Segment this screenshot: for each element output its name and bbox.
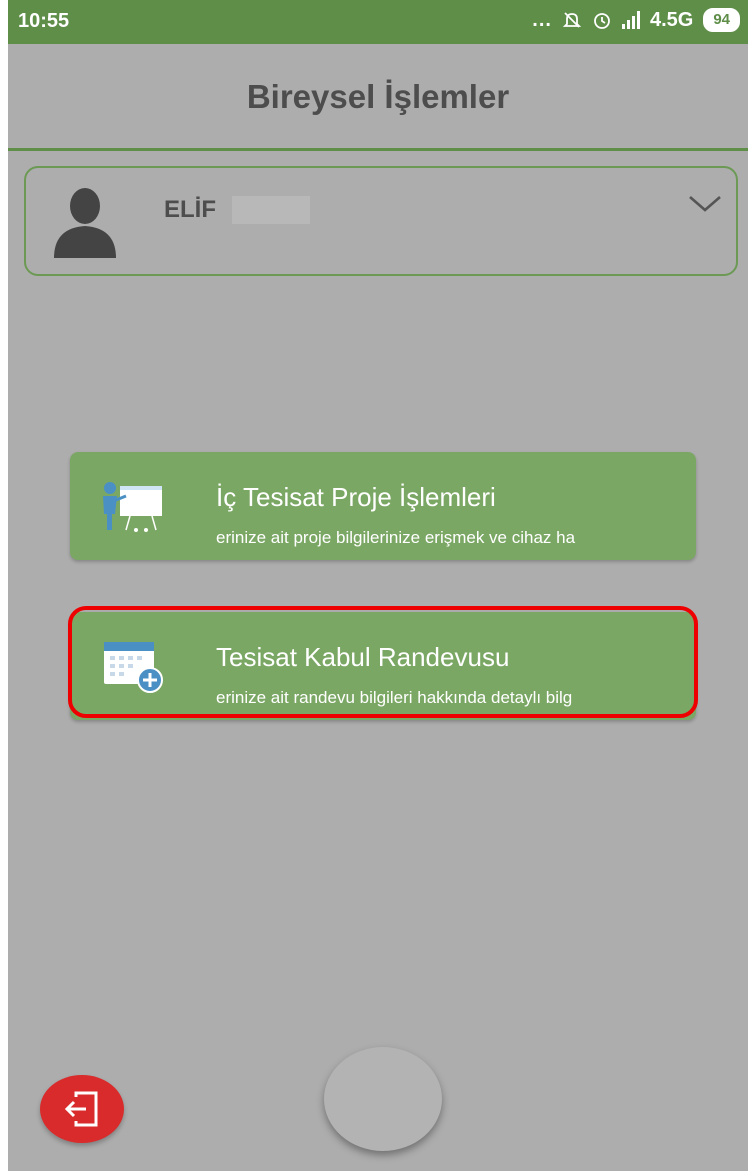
status-time: 10:55	[18, 10, 70, 32]
status-bar: 10:55 ... 4.5G 94	[8, 0, 748, 44]
more-notifications-icon: ...	[532, 8, 552, 31]
menu-item-title: Tesisat Kabul Randevusu	[216, 642, 510, 672]
calendar-add-icon	[100, 640, 166, 699]
menu-item-ic-tesisat-proje[interactable]: İç Tesisat Proje İşlemleri erinize ait p…	[70, 452, 696, 560]
signal-icon	[621, 11, 640, 29]
menu-item-description: erinize ait randevu bilgileri hakkında d…	[216, 688, 573, 707]
exit-icon	[64, 1091, 98, 1127]
menu-item-tesisat-kabul-randevusu[interactable]: Tesisat Kabul Randevusu erinize ait rand…	[70, 612, 696, 720]
app-screen: 10:55 ... 4.5G 94 Bireysel İşlemler ELİF…	[8, 0, 748, 1171]
redacted-surname	[232, 196, 310, 224]
page-title: Bireysel İşlemler	[246, 78, 510, 115]
alarm-icon	[592, 10, 612, 30]
page-header: Bireysel İşlemler	[8, 44, 748, 151]
menu-item-title: İç Tesisat Proje İşlemleri	[216, 482, 496, 512]
status-icons: ... 4.5G 94	[532, 8, 740, 32]
battery-icon: 94	[703, 8, 740, 32]
presentation-icon	[100, 480, 166, 539]
chevron-down-icon[interactable]	[688, 194, 722, 219]
user-name: ELİF	[164, 196, 216, 223]
mute-icon	[562, 10, 582, 30]
network-type: 4.5G	[649, 8, 694, 31]
user-avatar-icon	[52, 186, 118, 263]
home-button[interactable]	[324, 1047, 442, 1151]
exit-button[interactable]	[40, 1075, 124, 1143]
user-selector[interactable]: ELİF	[24, 166, 738, 276]
menu-item-description: erinize ait proje bilgilerinize erişmek …	[216, 528, 576, 547]
